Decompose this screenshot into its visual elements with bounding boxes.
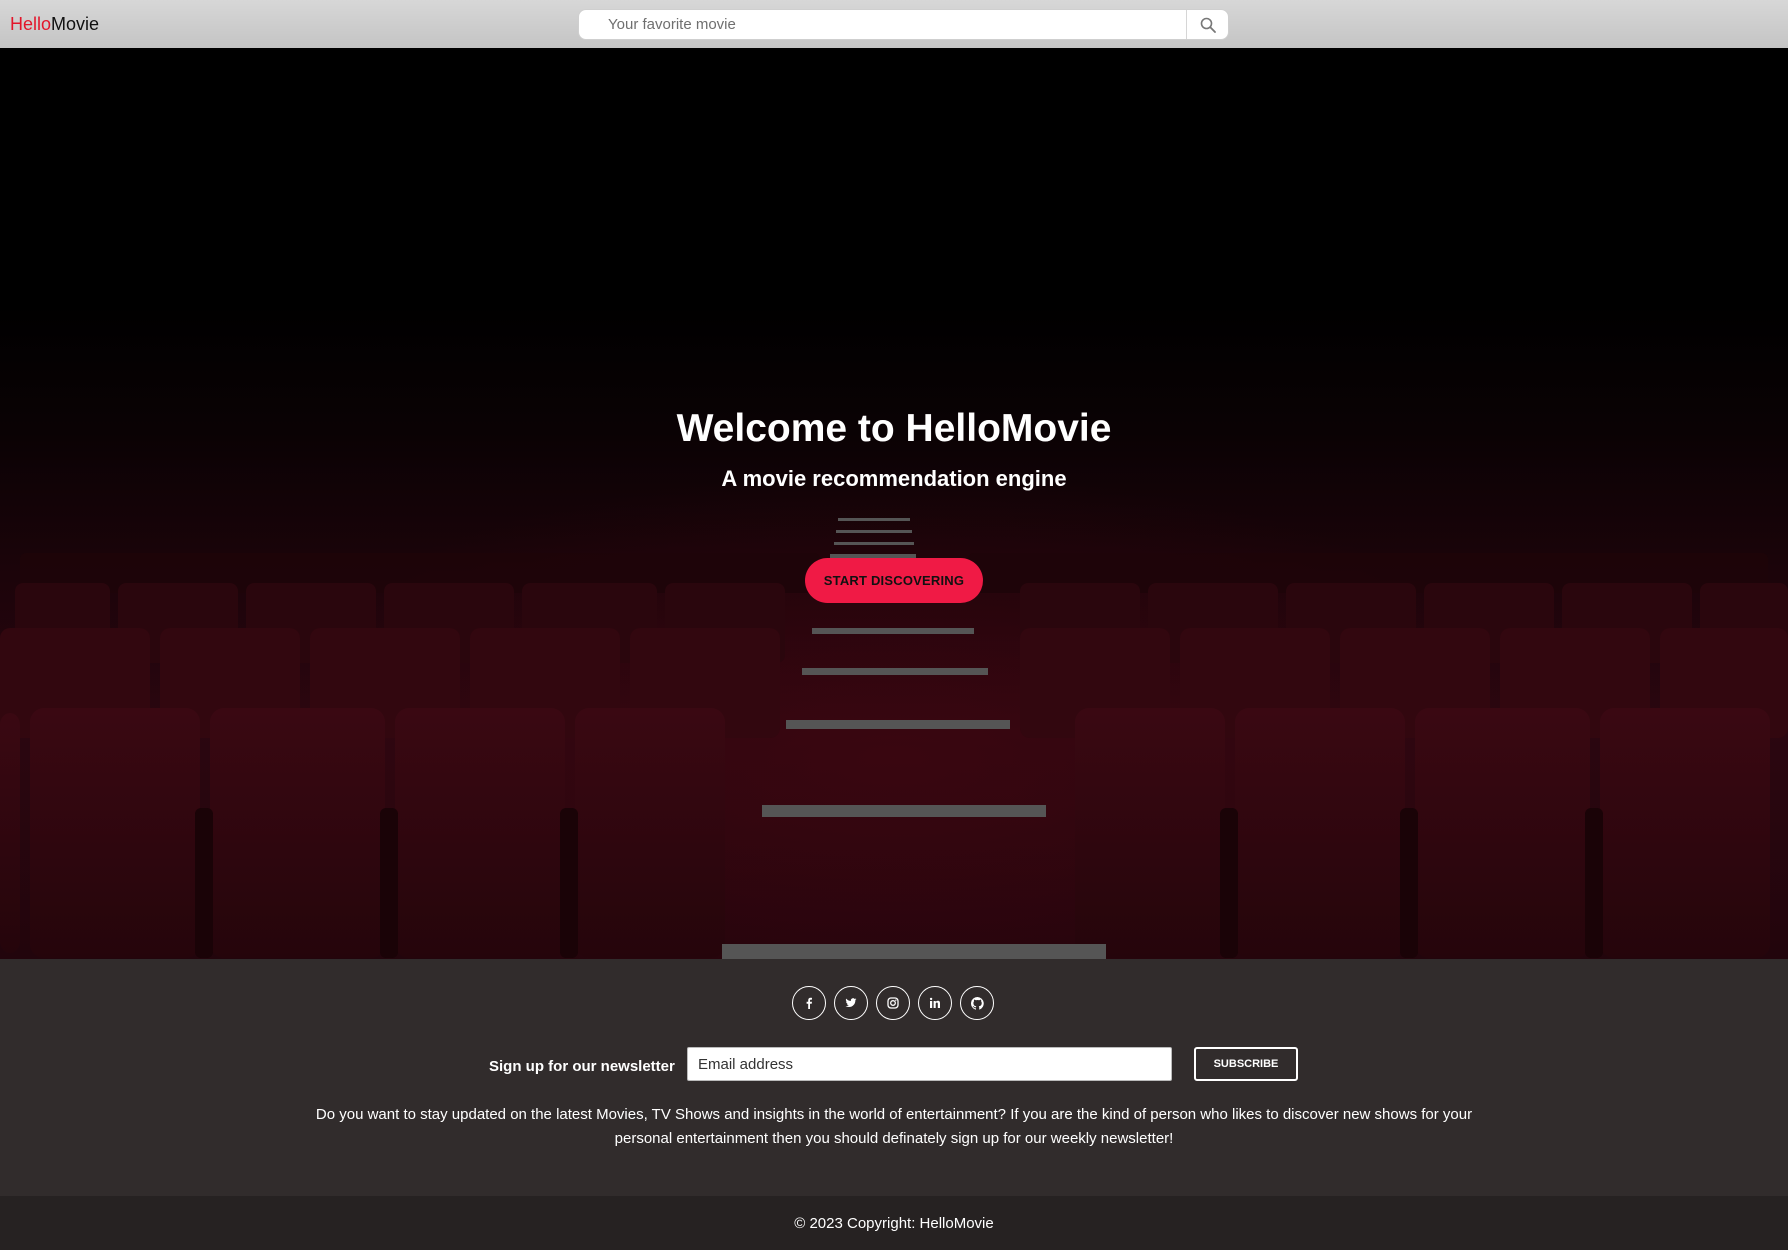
navbar: HelloMovie — [0, 0, 1788, 48]
subscribe-button[interactable]: SUBSCRIBE — [1194, 1047, 1298, 1081]
newsletter-description: Do you want to stay updated on the lates… — [315, 1106, 1473, 1147]
twitter-icon — [845, 998, 857, 1008]
instagram-link[interactable] — [876, 986, 910, 1020]
github-icon — [970, 996, 984, 1010]
brand-part-movie: Movie — [51, 14, 100, 34]
newsletter-label: Sign up for our newsletter — [489, 1058, 675, 1075]
start-discovering-button[interactable]: START DISCOVERING — [805, 558, 983, 603]
social-links — [792, 986, 994, 1020]
brand-part-hello: Hello — [10, 14, 52, 34]
twitter-link[interactable] — [834, 986, 868, 1020]
hero-section: Welcome to HelloMovie A movie recommenda… — [0, 48, 1788, 959]
linkedin-link[interactable] — [918, 986, 952, 1020]
search-input[interactable] — [579, 10, 1186, 39]
brand-logo[interactable]: HelloMovie — [10, 13, 99, 35]
search-icon — [1200, 17, 1216, 33]
cinema-seats-background — [0, 518, 1788, 959]
hero-title: Welcome to HelloMovie — [676, 407, 1112, 450]
instagram-icon — [887, 997, 899, 1009]
search-bar — [578, 9, 1229, 40]
search-button[interactable] — [1186, 10, 1228, 39]
github-link[interactable] — [960, 986, 994, 1020]
footer: Sign up for our newsletter SUBSCRIBE Do … — [0, 959, 1788, 1196]
copyright-text: © 2023 Copyright: HelloMovie — [794, 1214, 994, 1232]
email-field[interactable] — [687, 1047, 1172, 1081]
copyright-bar: © 2023 Copyright: HelloMovie — [0, 1196, 1788, 1250]
hero-subtitle: A movie recommendation engine — [721, 466, 1067, 491]
linkedin-icon — [929, 997, 940, 1008]
facebook-icon — [806, 997, 812, 1009]
facebook-link[interactable] — [792, 986, 826, 1020]
